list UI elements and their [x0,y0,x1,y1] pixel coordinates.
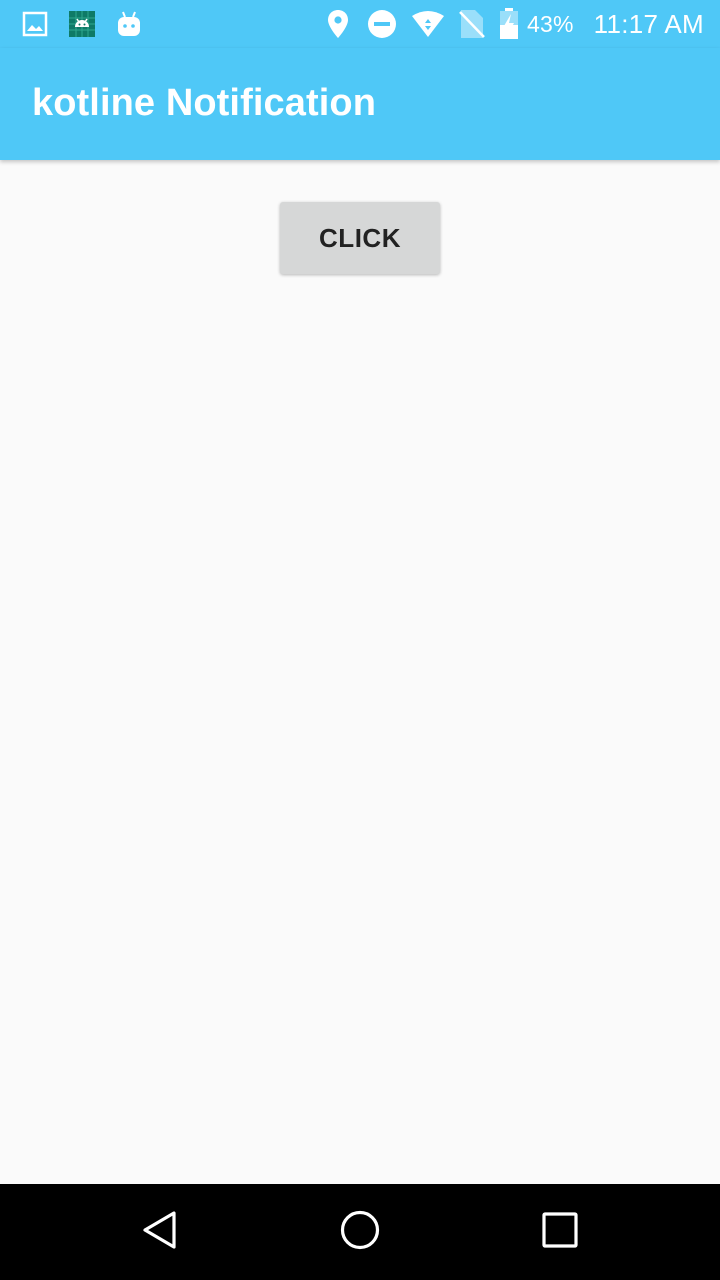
recents-icon [541,1211,579,1254]
android-robot-icon [116,10,142,38]
back-button[interactable] [136,1208,184,1256]
click-button[interactable]: CLICK [280,202,440,274]
notification-icons [22,8,142,40]
app-title: kotline Notification [32,82,376,124]
back-icon [140,1210,180,1255]
battery-percent: 43% [527,10,574,37]
home-icon [339,1209,381,1256]
recents-button[interactable] [536,1208,584,1256]
navigation-bar [0,1184,720,1280]
wifi-icon [411,10,445,38]
status-bar: 43% 11:17 AM [0,0,720,48]
battery-charging-icon [499,8,519,40]
do-not-disturb-icon [367,9,397,39]
android-debug-icon [68,10,96,38]
clock: 11:17 AM [593,8,704,39]
location-pin-icon [327,9,349,39]
app-bar: kotline Notification [0,48,720,160]
system-status-icons: 43% 11:17 AM [327,0,704,48]
home-button[interactable] [336,1208,384,1256]
main-content: CLICK [0,160,720,1184]
no-sim-icon [459,9,485,39]
image-notification-icon [22,11,48,37]
